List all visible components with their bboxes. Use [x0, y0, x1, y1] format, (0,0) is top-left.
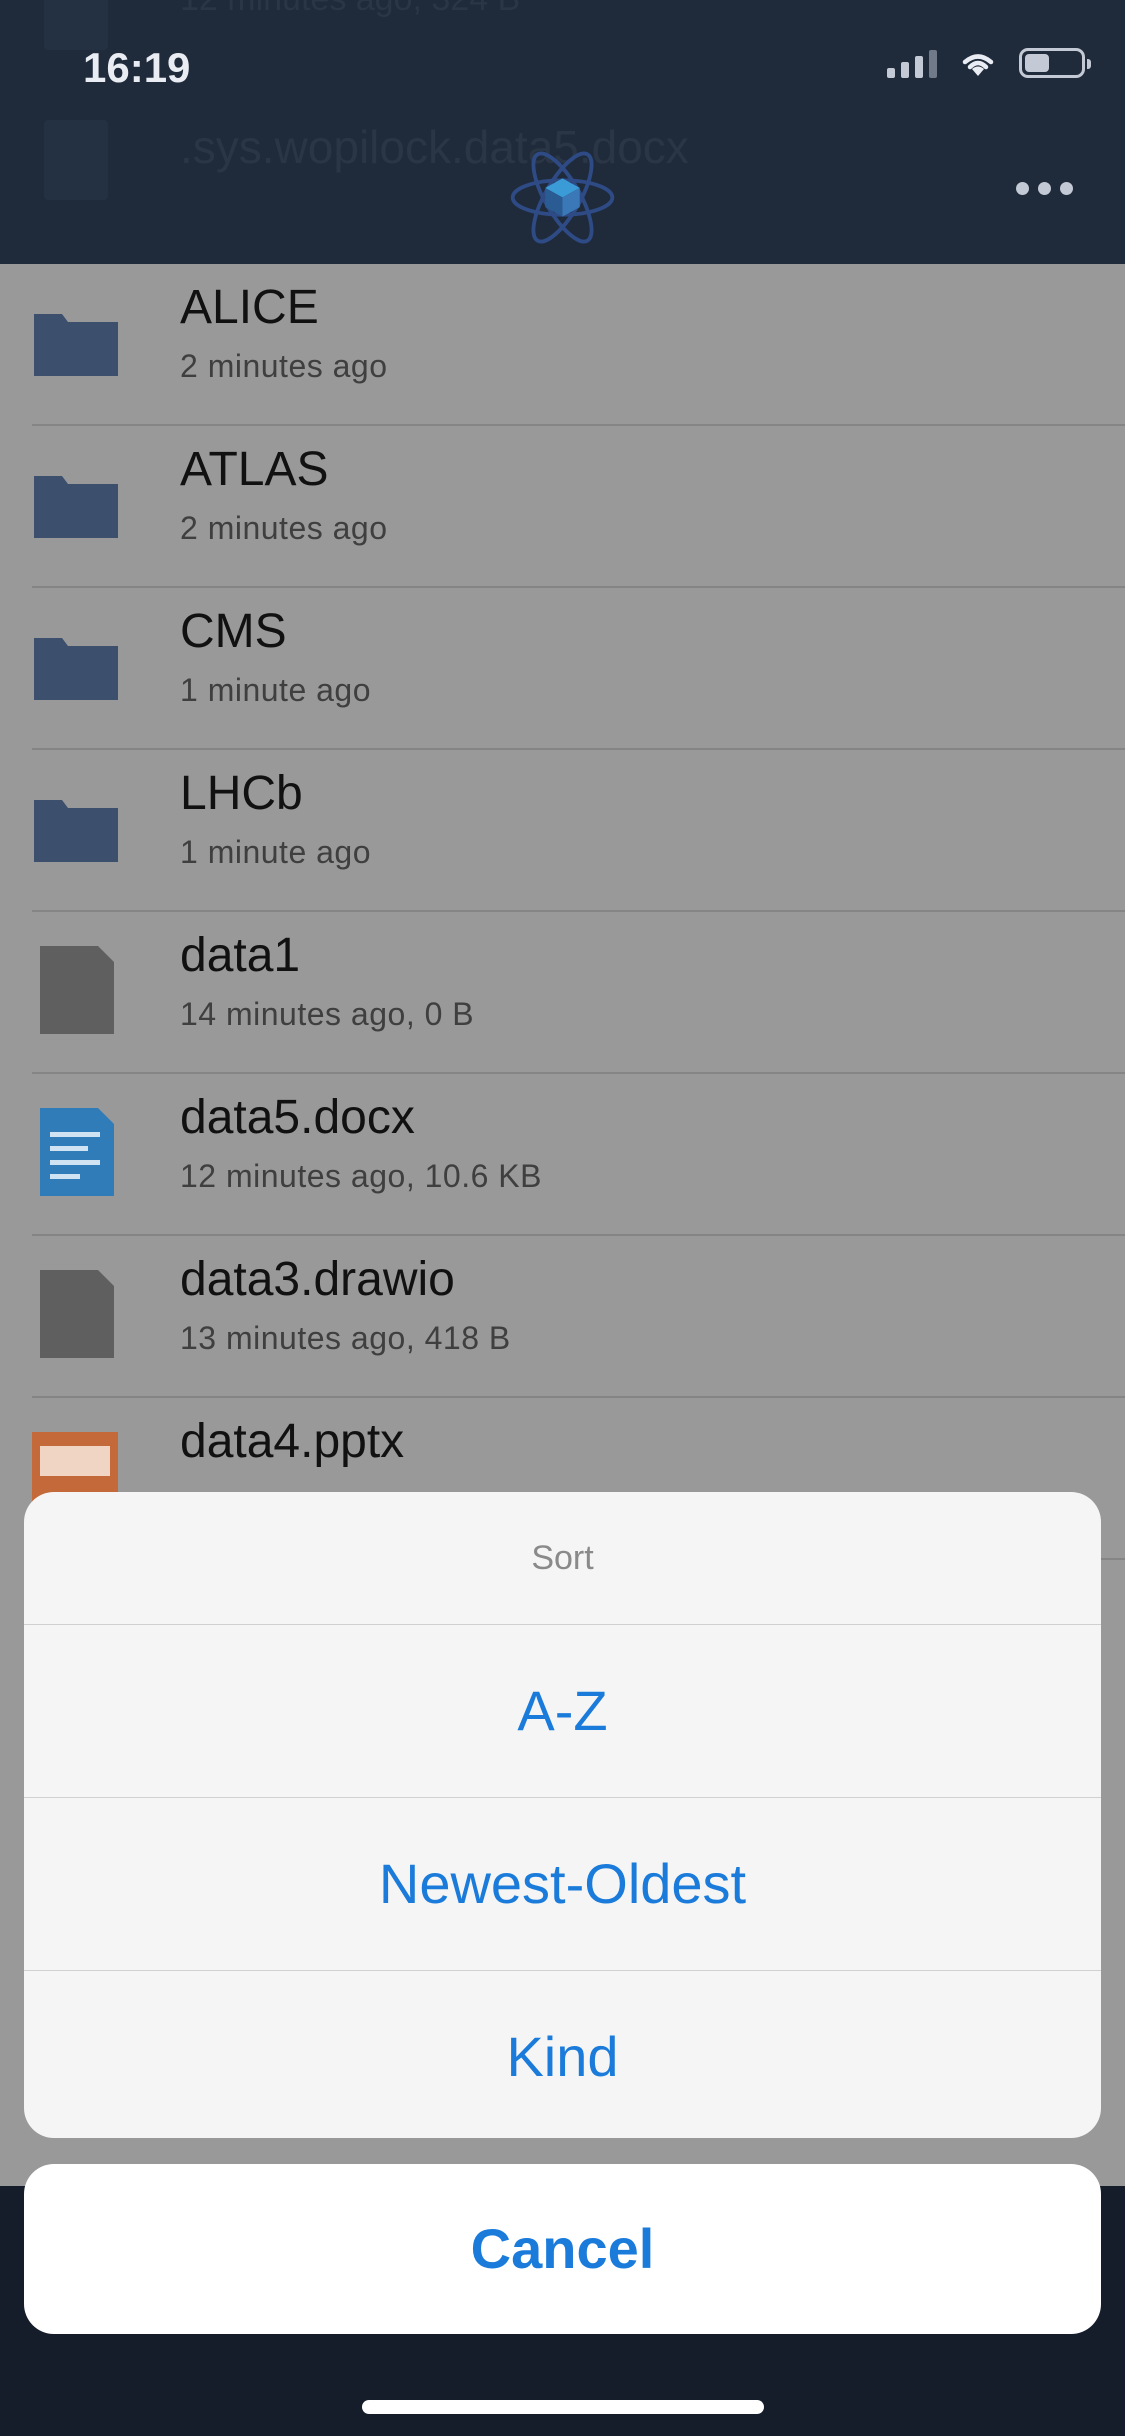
folder-icon: [34, 476, 118, 538]
file-meta: 2 minutes ago: [180, 510, 388, 546]
file-name: data4.pptx: [180, 1415, 405, 1468]
status-icons: [887, 48, 1091, 78]
file-name: data1: [180, 929, 301, 982]
file-meta: 2 minutes ago: [180, 348, 388, 384]
file-name: ALICE: [180, 281, 319, 334]
cancel-button[interactable]: Cancel: [24, 2164, 1101, 2334]
list-item[interactable]: ATLAS 2 minutes ago: [0, 426, 1125, 588]
sort-newest-oldest-button[interactable]: Newest-Oldest: [24, 1798, 1101, 1971]
sheet-title: Sort: [24, 1492, 1101, 1625]
file-meta: 14 minutes ago, 0 B: [180, 996, 475, 1032]
ghost-row: 12 minutes ago, 324 B: [180, 0, 520, 19]
app-header: 12 minutes ago, 324 B .sys.wopilock.data…: [0, 0, 1125, 264]
more-options-button[interactable]: [1016, 182, 1073, 195]
list-item[interactable]: data5.docx 12 minutes ago, 10.6 KB: [0, 1074, 1125, 1236]
file-icon: [40, 946, 114, 1034]
list-item[interactable]: ALICE 2 minutes ago: [0, 264, 1125, 426]
ghost-row-meta: 12 minutes ago, 324 B: [180, 0, 520, 19]
folder-icon: [34, 638, 118, 700]
file-icon: [40, 1270, 114, 1358]
file-meta: 1 minute ago: [180, 672, 372, 708]
sort-a-z-button[interactable]: A-Z: [24, 1625, 1101, 1798]
sort-action-sheet: Sort A-Z Newest-Oldest Kind: [24, 1492, 1101, 2138]
folder-icon: [34, 800, 118, 862]
file-name: CMS: [180, 605, 287, 658]
ghost-file-icon: [44, 120, 108, 200]
folder-icon: [34, 314, 118, 376]
file-name: LHCb: [180, 767, 303, 820]
status-time: 16:19: [83, 44, 191, 91]
file-name: data3.drawio: [180, 1253, 455, 1306]
home-indicator[interactable]: [362, 2400, 764, 2414]
wifi-icon: [962, 54, 994, 76]
sort-kind-button[interactable]: Kind: [24, 1971, 1101, 2138]
list-item[interactable]: CMS 1 minute ago: [0, 588, 1125, 750]
battery-icon: [1019, 48, 1091, 78]
file-meta: 12 minutes ago, 10.6 KB: [180, 1158, 542, 1194]
file-meta: 13 minutes ago, 418 B: [180, 1320, 511, 1356]
ellipsis-icon: [1016, 182, 1029, 195]
atom-cube-icon: [510, 151, 615, 244]
docx-icon: [40, 1108, 114, 1196]
list-item[interactable]: LHCb 1 minute ago: [0, 750, 1125, 912]
file-name: ATLAS: [180, 443, 329, 496]
list-item[interactable]: data1 14 minutes ago, 0 B: [0, 912, 1125, 1074]
file-name: data5.docx: [180, 1091, 415, 1144]
list-item[interactable]: data3.drawio 13 minutes ago, 418 B: [0, 1236, 1125, 1398]
file-meta: 1 minute ago: [180, 834, 372, 870]
file-list: ALICE 2 minutes ago ATLAS 2 minutes ago …: [0, 264, 1125, 1560]
signal-icon: [887, 48, 937, 78]
ghost-file-icon: [44, 0, 108, 50]
